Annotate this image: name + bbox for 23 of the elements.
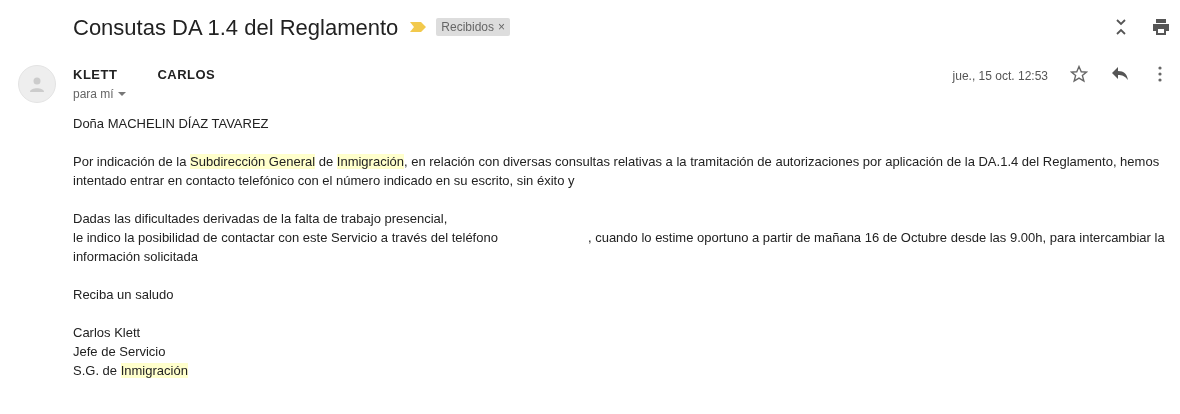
more-options-icon[interactable]	[1158, 66, 1162, 82]
remove-label-button[interactable]: ×	[498, 21, 506, 33]
expand-collapse-icon[interactable]	[1115, 18, 1127, 36]
email-subject: Consutas DA 1.4 del Reglamento	[73, 13, 399, 42]
sender-name: CARLOS	[157, 65, 216, 84]
email-text: Dadas las dificultades derivadas de la falta de trabajo presencial,	[73, 210, 449, 228]
importance-marker-icon[interactable]	[410, 22, 427, 32]
star-icon[interactable]	[1070, 65, 1088, 83]
email-text: Por indicación de la Subdirección General de Inmigración, en relación con diversas consultas relativas a la tramitación de autorizaciones por aplicación de la DA.1.4 del Reglamento, hemos intentado entrar en contacto telefónico con el número indicado en su escrito, sin éxito y	[73, 153, 1161, 190]
email-text: Reciba un saludo	[73, 286, 175, 304]
email-text: Doña MACHELIN DÍAZ TAVAREZ	[73, 115, 270, 133]
print-icon[interactable]	[1152, 19, 1170, 35]
recipient-dropdown[interactable]: para mí	[73, 84, 216, 104]
person-icon	[29, 76, 45, 92]
reply-icon[interactable]	[1112, 67, 1128, 81]
email-text: Carlos Klett	[73, 324, 142, 342]
sender-name: KLETT	[73, 65, 118, 84]
email-text: le indico la posibilidad de contactar con este Servicio a través del teléfono , cuando lo estime oportuno a partir de mañana 16 de Octubre desde las 9.00h, para intercambiar la información solicitada	[73, 229, 1166, 266]
label-text: Recibidos	[441, 19, 494, 36]
caret-icon	[117, 92, 126, 96]
email-date: jue., 15 oct. 12:53	[952, 68, 1048, 85]
email-text: S.G. de Inmigración	[73, 362, 189, 380]
email-text: Jefe de Servicio	[73, 343, 167, 361]
